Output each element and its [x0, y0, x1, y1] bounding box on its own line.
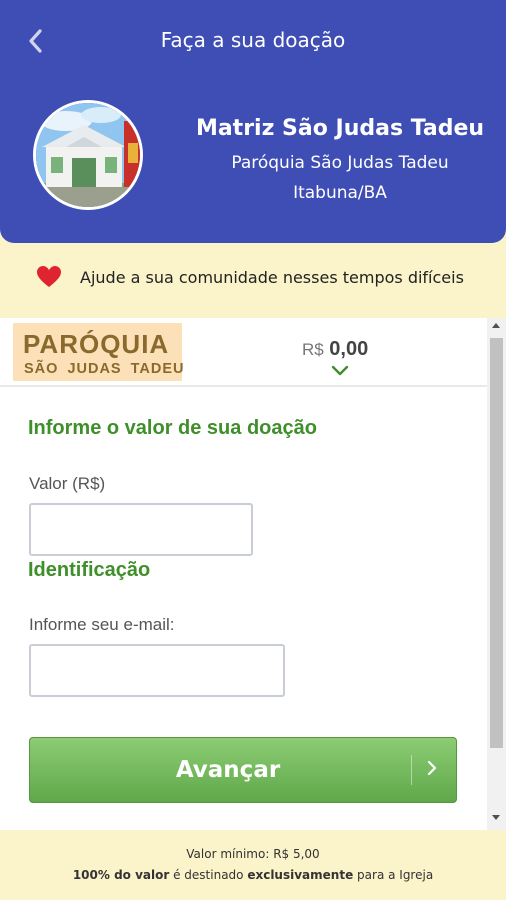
advance-button-label: Avançar [175, 757, 281, 783]
destination-bold-percent: 100% do valor [72, 868, 170, 882]
value-input[interactable] [29, 503, 253, 556]
footer: Valor mínimo: R$ 5,00 100% do valor é de… [0, 830, 506, 900]
parish-logo: PARÓQUIA SÃO JUDAS TADEU [13, 323, 185, 381]
email-input[interactable] [29, 644, 285, 697]
scrollbar-thumb[interactable] [490, 338, 503, 748]
scroll-down-arrow-icon[interactable] [492, 815, 500, 820]
email-label: Informe seu e-mail: [29, 615, 175, 634]
header: Faça a sua doação Matriz São Judas Tadeu… [0, 0, 506, 243]
scroll-up-arrow-icon[interactable] [492, 323, 500, 328]
destination-middle: é destinado [169, 868, 248, 882]
chevron-down-icon[interactable] [331, 365, 349, 377]
destination-end: para a Igreja [353, 868, 434, 882]
advance-button[interactable]: Avançar [29, 737, 457, 803]
value-label: Valor (R$) [29, 474, 106, 493]
destination-bold-exclusive: exclusivamente [247, 868, 354, 882]
amount-display: R$ 0,00 [302, 338, 368, 361]
heart-icon [37, 266, 61, 287]
page-title: Faça a sua doação [160, 28, 346, 52]
donation-section-title: Informe o valor de sua doação [28, 417, 317, 439]
logo-sub-text: SÃO JUDAS TADEU [24, 361, 185, 377]
minimum-value-text: Valor mínimo: R$ 5,00 [186, 847, 320, 861]
currency-symbol: R$ [302, 340, 324, 359]
church-photo [33, 100, 143, 210]
parish-name: Paróquia São Judas Tadeu [231, 153, 449, 173]
church-name: Matriz São Judas Tadeu [195, 116, 485, 141]
logo-main-text: PARÓQUIA [23, 329, 170, 359]
donation-panel: PARÓQUIA SÃO JUDAS TADEU R$ 0,00 Informe… [0, 318, 487, 830]
city-name: Itabuna/BA [293, 183, 387, 203]
divider [0, 385, 487, 387]
button-divider [411, 755, 412, 785]
help-text: Ajude a sua comunidade nesses tempos dif… [80, 268, 464, 287]
identification-section-title: Identificação [28, 559, 151, 581]
amount-value: 0,00 [329, 338, 369, 360]
destination-text: 100% do valor é destinado exclusivamente… [0, 868, 506, 882]
scrollbar[interactable] [487, 318, 506, 830]
chevron-right-icon [427, 760, 437, 776]
